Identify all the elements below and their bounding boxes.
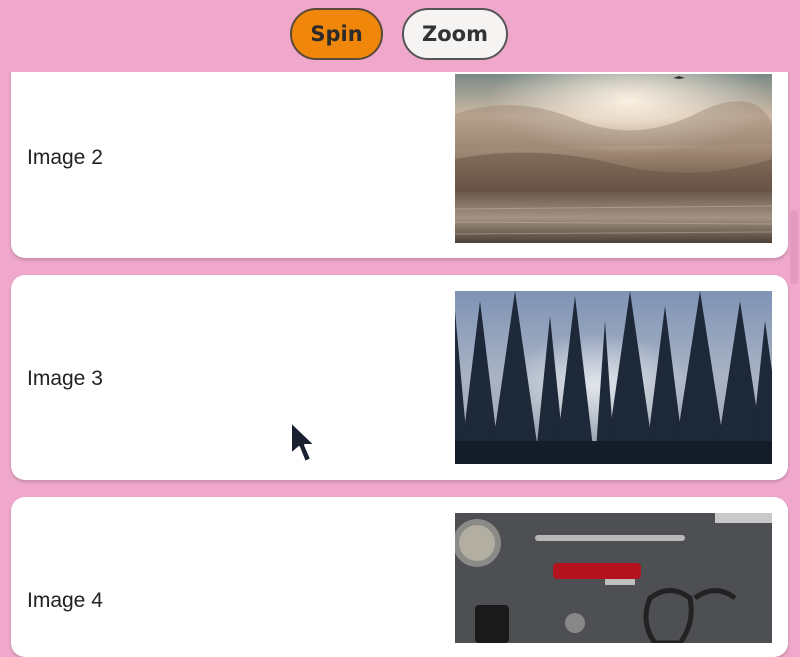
ocean-sunset-image [455, 74, 772, 243]
item-label: Image 2 [27, 146, 103, 169]
list-item[interactable]: Image 2 [11, 40, 788, 258]
image-list: Image 2 Image 3 Image 4 [0, 0, 800, 657]
spin-button[interactable]: Spin [290, 8, 383, 60]
scrollbar[interactable] [788, 72, 800, 637]
item-label: Image 4 [27, 589, 103, 612]
zoom-button[interactable]: Zoom [402, 8, 508, 60]
forest-image [455, 291, 772, 464]
toolbar: Spin Zoom [0, 0, 800, 72]
item-label: Image 3 [27, 367, 103, 390]
mouse-cursor-icon [289, 420, 317, 471]
flatlay-image [455, 513, 772, 643]
list-item[interactable]: Image 3 [11, 275, 788, 480]
list-item[interactable]: Image 4 [11, 497, 788, 657]
scrollbar-thumb[interactable] [790, 210, 798, 284]
